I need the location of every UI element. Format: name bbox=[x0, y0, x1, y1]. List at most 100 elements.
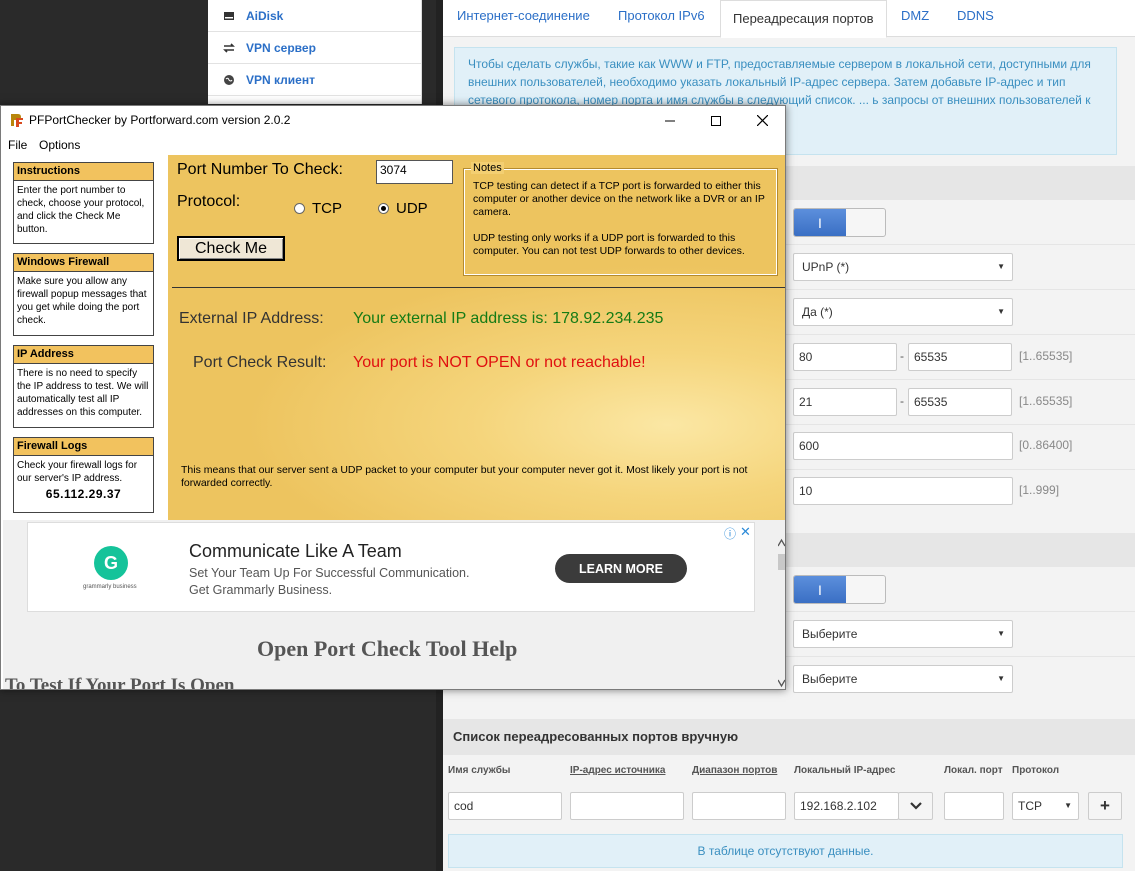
scrollbar[interactable] bbox=[777, 520, 785, 689]
col-service-name: Имя службы bbox=[448, 765, 511, 776]
ip-address-box: IP Address There is no need to specify t… bbox=[13, 345, 154, 428]
menu-options[interactable]: Options bbox=[39, 138, 80, 152]
ip-address-text: There is no need to specify the IP addre… bbox=[17, 368, 149, 418]
pfportchecker-window: PFPortChecker by Portforward.com version… bbox=[0, 105, 786, 690]
source-ip-input[interactable] bbox=[570, 792, 684, 820]
enable-toggle-2[interactable]: I bbox=[793, 575, 886, 604]
help-subtitle: To Test If Your Port Is Open bbox=[5, 675, 235, 689]
select-yes[interactable]: Да (*) ▼ bbox=[793, 298, 1013, 326]
ad-logo-caption: grammarly business bbox=[83, 584, 137, 590]
chevron-down-icon: ▼ bbox=[997, 307, 1005, 316]
info-sidebar: Instructions Enter the port number to ch… bbox=[3, 155, 168, 520]
ad-subtext-2: Get Grammarly Business. bbox=[189, 583, 333, 597]
tab-ipv6[interactable]: Протокол IPv6 bbox=[618, 8, 705, 23]
close-button[interactable] bbox=[739, 106, 785, 135]
tab-internet[interactable]: Интернет-соединение bbox=[457, 8, 590, 23]
firewall-logs-body: Check your firewall logs for our server'… bbox=[14, 456, 153, 504]
radio-udp[interactable]: UDP bbox=[378, 200, 428, 217]
range1-from-input[interactable]: 80 bbox=[793, 343, 897, 371]
chevron-down-icon bbox=[909, 802, 922, 810]
protocol-label: Protocol: bbox=[177, 193, 241, 210]
maximize-button[interactable] bbox=[693, 106, 739, 135]
ad-subtext-1: Set Your Team Up For Successful Communic… bbox=[189, 566, 470, 580]
ad-info-icon[interactable]: ⓘ bbox=[724, 525, 736, 542]
range-dash: - bbox=[900, 394, 904, 408]
firewall-box: Windows Firewall Make sure you allow any… bbox=[13, 253, 154, 336]
firewall-logs-text: Check your firewall logs for our server'… bbox=[17, 460, 138, 484]
menu-item-aidisk[interactable]: AiDisk bbox=[208, 0, 421, 32]
server-ip: 65.112.29.37 bbox=[45, 487, 122, 501]
web-help-area: G grammarly business Communicate Like A … bbox=[3, 520, 785, 689]
ad-close-icon[interactable]: ✕ bbox=[740, 524, 751, 540]
range2-to-input[interactable]: 65535 bbox=[908, 388, 1012, 416]
title-bar[interactable]: PFPortChecker by Portforward.com version… bbox=[1, 106, 785, 135]
instructions-title: Instructions bbox=[14, 163, 153, 181]
check-me-button[interactable]: Check Me bbox=[177, 236, 285, 261]
close-icon bbox=[756, 115, 768, 126]
protocol-select[interactable]: TCP ▼ bbox=[1012, 792, 1079, 820]
menu-item-label: AiDisk bbox=[246, 8, 284, 23]
globe-icon bbox=[220, 72, 238, 88]
port-number-label: Port Number To Check: bbox=[177, 161, 343, 178]
service-name-input[interactable]: cod bbox=[448, 792, 562, 820]
minimize-button[interactable] bbox=[647, 106, 693, 135]
tab-ddns[interactable]: DDNS bbox=[957, 8, 994, 23]
firewall-logs-title: Firewall Logs bbox=[14, 438, 153, 456]
col-source-ip[interactable]: IP-адрес источника bbox=[570, 765, 665, 776]
col-port-range[interactable]: Диапазон портов bbox=[692, 765, 777, 776]
local-ip-dropdown-button[interactable] bbox=[898, 792, 933, 820]
menu-item-label: VPN клиент bbox=[246, 72, 315, 87]
col-local-port: Локал. порт bbox=[944, 765, 1003, 776]
select-choose-1[interactable]: Выберите ▼ bbox=[793, 620, 1013, 648]
notes-text: TCP testing can detect if a TCP port is … bbox=[473, 180, 773, 258]
col-local-ip: Локальный IP-адрес bbox=[794, 765, 896, 776]
add-rule-button[interactable]: + bbox=[1088, 792, 1122, 820]
notes-legend: Notes bbox=[471, 162, 504, 174]
result-description: This means that our server sent a UDP pa… bbox=[181, 464, 748, 489]
menu-bar: File Options bbox=[1, 135, 785, 155]
external-ip-label: External IP Address: bbox=[179, 310, 324, 327]
port-range-input[interactable] bbox=[692, 792, 786, 820]
ad-banner[interactable]: G grammarly business Communicate Like A … bbox=[27, 522, 755, 612]
enable-toggle[interactable]: I bbox=[793, 208, 886, 237]
menu-file[interactable]: File bbox=[8, 138, 27, 152]
count-hint: [1..999] bbox=[1019, 483, 1060, 497]
external-ip-value: Your external IP address is: 178.92.234.… bbox=[353, 310, 664, 327]
instructions-box: Instructions Enter the port number to ch… bbox=[13, 162, 154, 244]
divider bbox=[172, 287, 785, 288]
select-upnp[interactable]: UPnP (*) ▼ bbox=[793, 253, 1013, 281]
router-menu: AiDisk VPN сервер VPN клиент bbox=[208, 0, 422, 104]
chevron-down-icon: ▼ bbox=[997, 629, 1005, 638]
maximize-icon bbox=[711, 115, 721, 126]
router-tabs: Интернет-соединение Протокол IPv6 Переад… bbox=[443, 0, 1135, 38]
timeout-hint: [0..86400] bbox=[1019, 438, 1073, 452]
help-title: Open Port Check Tool Help bbox=[257, 636, 518, 661]
menu-item-vpn-server[interactable]: VPN сервер bbox=[208, 32, 421, 64]
menu-item-vpn-client[interactable]: VPN клиент bbox=[208, 64, 421, 96]
radio-circle-selected bbox=[378, 203, 389, 214]
tab-port-forwarding[interactable]: Переадресация портов bbox=[720, 0, 887, 38]
ad-headline[interactable]: Communicate Like A Team bbox=[189, 541, 402, 562]
minimize-icon bbox=[665, 120, 675, 121]
local-port-input[interactable] bbox=[944, 792, 1004, 820]
scrollbar-arrows-icon bbox=[777, 538, 785, 688]
select-choose-2[interactable]: Выберите ▼ bbox=[793, 665, 1013, 693]
radio-tcp[interactable]: TCP bbox=[294, 200, 342, 217]
learn-more-button[interactable]: LEARN MORE bbox=[555, 554, 687, 583]
port-number-input[interactable]: 3074 bbox=[376, 160, 453, 184]
tab-dmz[interactable]: DMZ bbox=[901, 8, 929, 23]
firewall-title: Windows Firewall bbox=[14, 254, 153, 272]
chevron-down-icon: ▼ bbox=[997, 262, 1005, 271]
range1-to-input[interactable]: 65535 bbox=[908, 343, 1012, 371]
timeout-input[interactable]: 600 bbox=[793, 432, 1013, 460]
count-input[interactable]: 10 bbox=[793, 477, 1013, 505]
radio-circle bbox=[294, 203, 305, 214]
notes-tcp-text: TCP testing can detect if a TCP port is … bbox=[473, 180, 765, 218]
grammarly-logo-icon: G bbox=[94, 546, 128, 580]
range2-from-input[interactable]: 21 bbox=[793, 388, 897, 416]
firewall-text: Make sure you allow any firewall popup m… bbox=[17, 276, 147, 326]
range-dash: - bbox=[900, 349, 904, 363]
local-ip-input[interactable]: 192.168.2.102 bbox=[794, 792, 899, 820]
notes-group: Notes TCP testing can detect if a TCP po… bbox=[463, 162, 778, 276]
window-title: PFPortChecker by Portforward.com version… bbox=[29, 113, 291, 127]
